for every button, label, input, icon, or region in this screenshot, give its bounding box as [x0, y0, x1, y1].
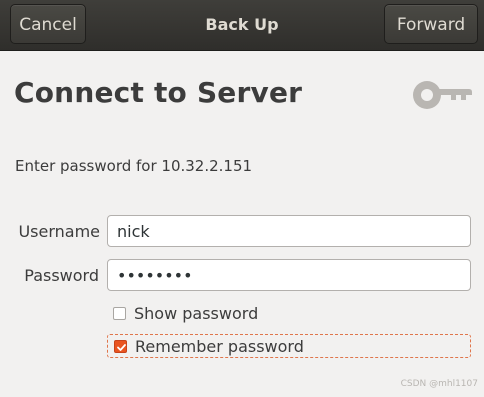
username-field[interactable] — [107, 215, 471, 247]
page-title: Connect to Server — [14, 76, 303, 109]
checkmark-icon — [117, 343, 126, 351]
username-label: Username — [18, 222, 100, 241]
show-password-checkbox[interactable]: Show password — [113, 301, 313, 325]
show-password-check-icon[interactable] — [113, 306, 126, 320]
key-icon — [413, 81, 472, 109]
forward-button[interactable]: Forward — [384, 4, 478, 44]
watermark: CSDN @mhl1107 — [400, 379, 478, 389]
password-label: Password — [24, 266, 99, 285]
remember-password-check-icon[interactable] — [114, 339, 127, 353]
headerbar: Cancel Back Up Forward — [0, 0, 484, 51]
connect-dialog: Cancel Back Up Forward Connect to Server… — [0, 0, 484, 397]
remember-password-label: Remember password — [135, 336, 304, 356]
password-field[interactable] — [107, 259, 471, 291]
cancel-button[interactable]: Cancel — [10, 4, 86, 44]
password-prompt: Enter password for 10.32.2.151 — [15, 157, 253, 175]
remember-password-checkbox[interactable]: Remember password — [107, 334, 471, 358]
show-password-label: Show password — [134, 303, 259, 323]
